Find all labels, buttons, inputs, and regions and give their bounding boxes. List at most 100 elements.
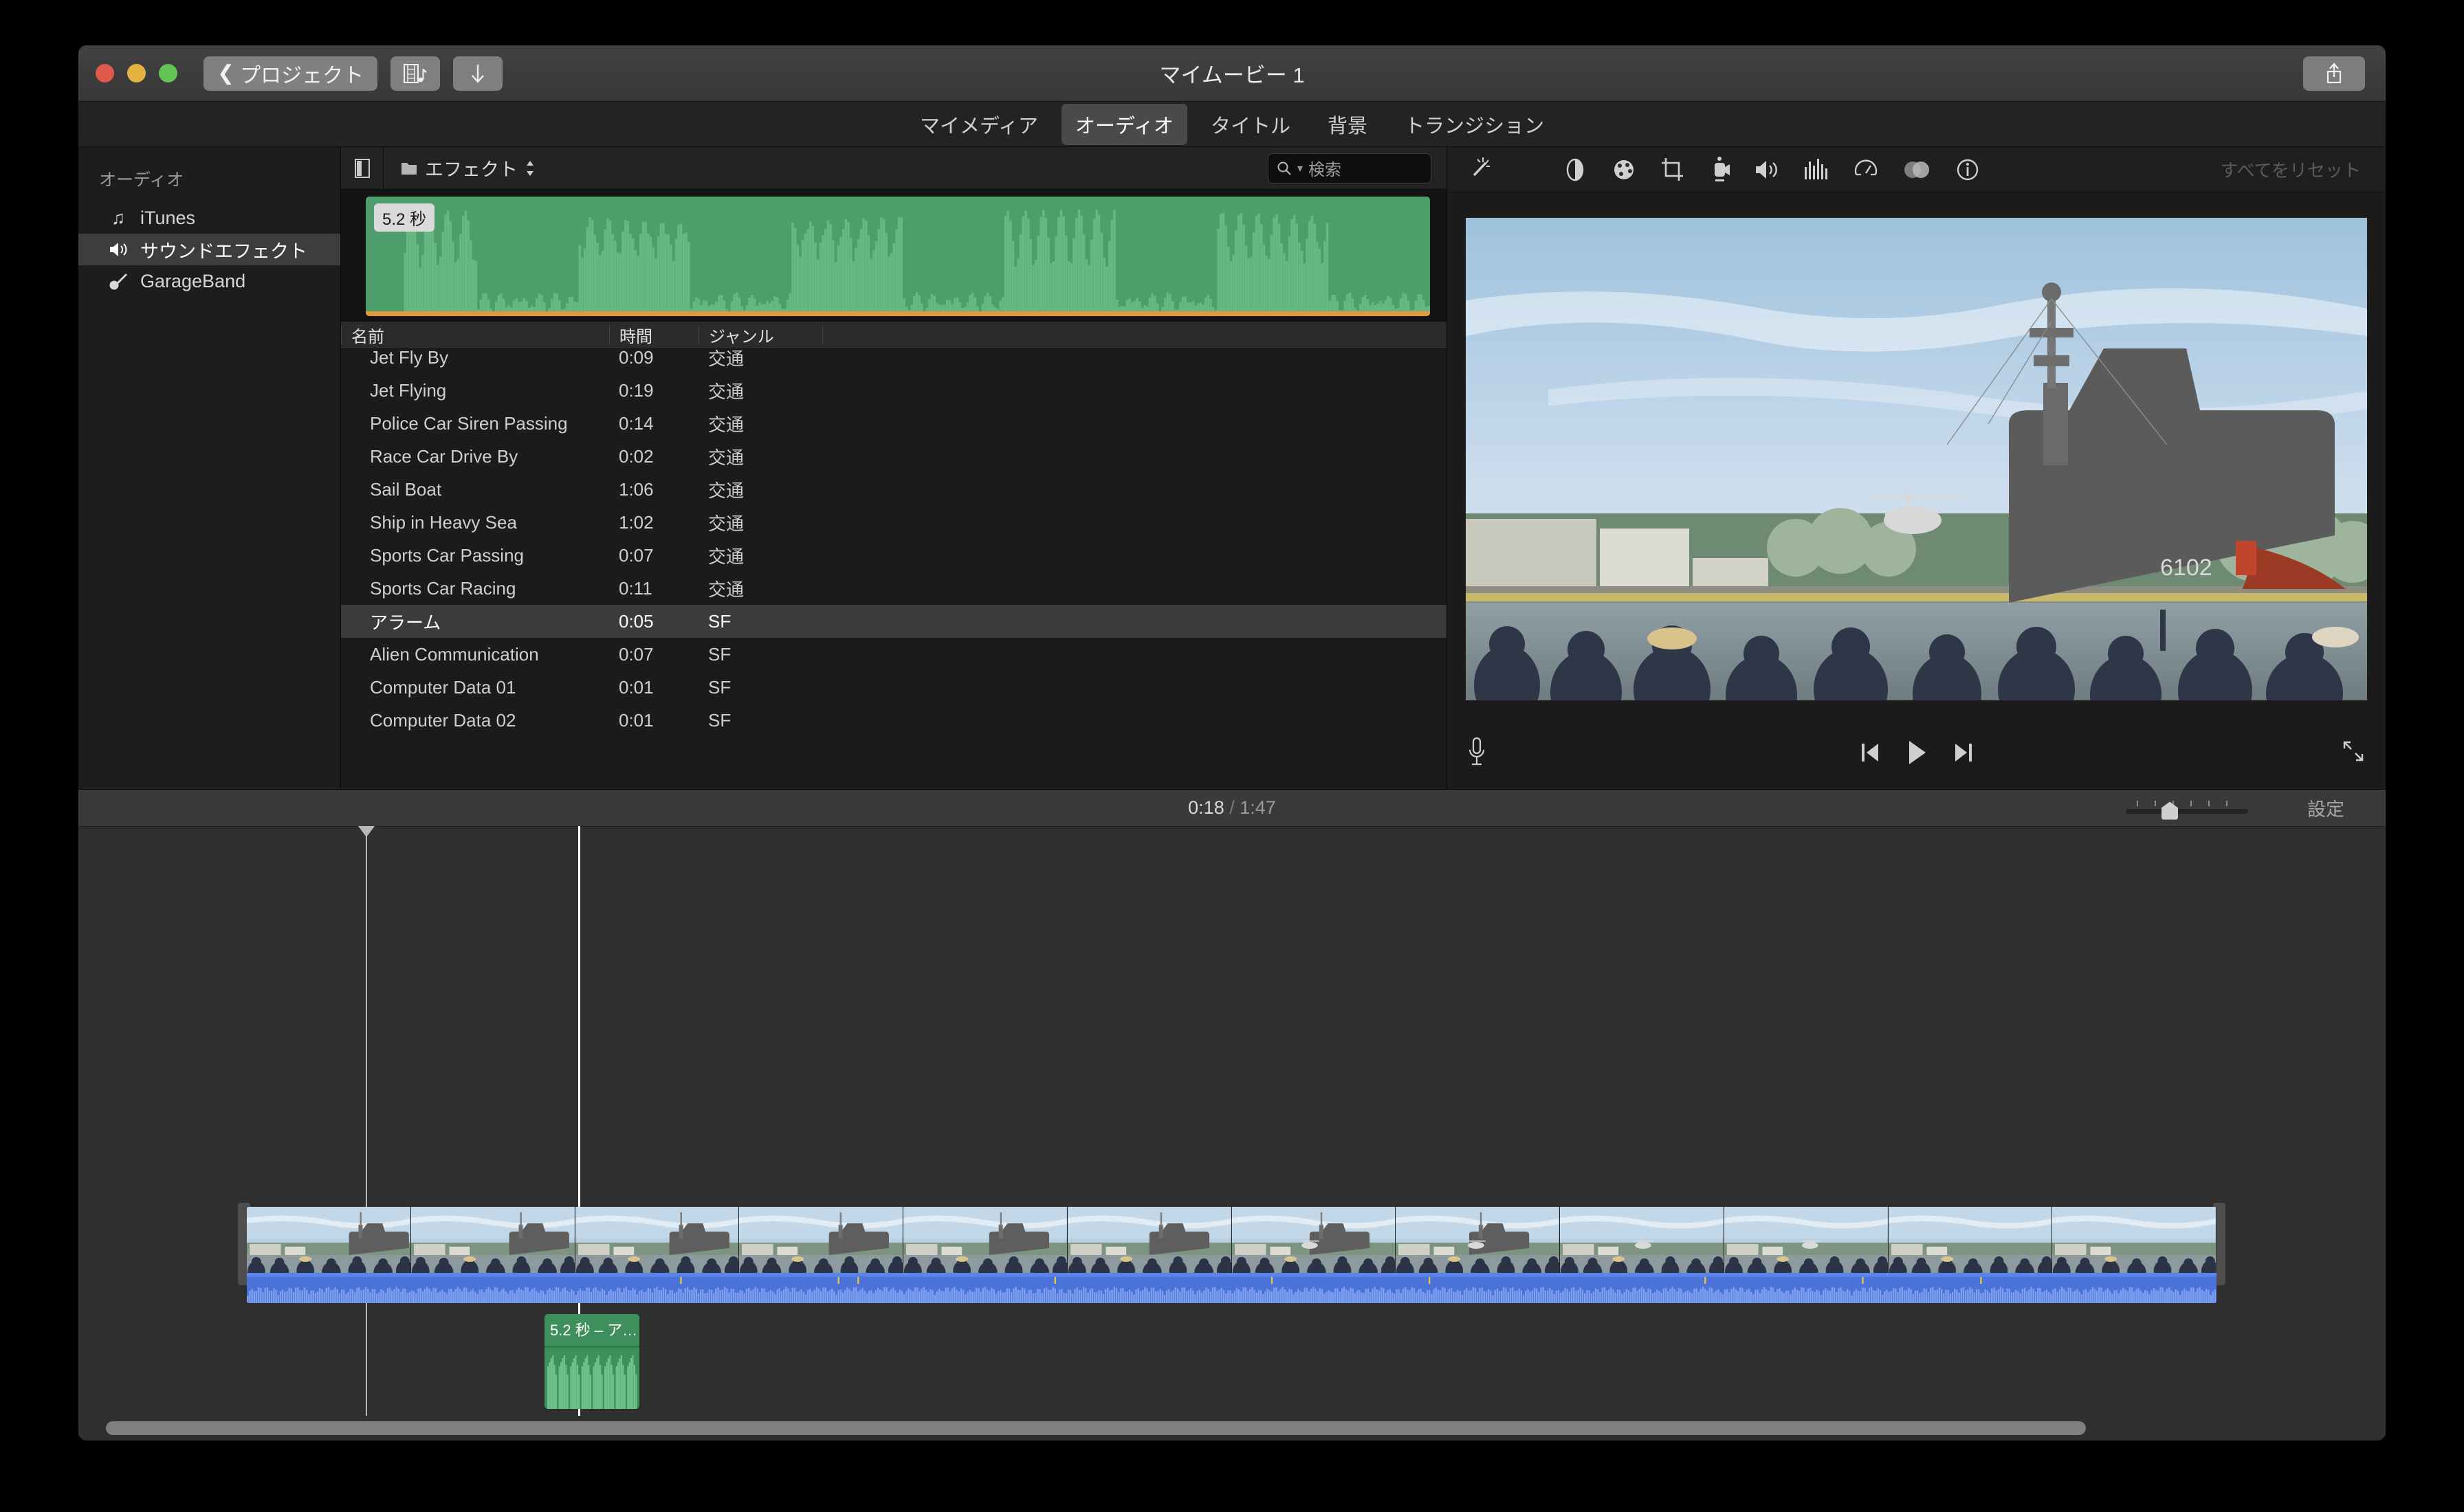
timeline-toolbar: 0:18 / 1:47 設定 [78,789,2386,826]
filmstrip-frame [247,1207,411,1273]
search-chevron-icon: ▾ [1297,162,1304,175]
color-balance-icon[interactable] [1563,157,1587,183]
audio-waveform-preview[interactable]: 5.2 秒 [366,197,1430,316]
row-time: 1:06 [619,478,654,500]
sidebar-item-itunes[interactable]: ♫ iTunes [78,202,340,234]
timeline-audio-clip[interactable]: 5.2 秒 – ア… [544,1314,639,1409]
total-time: 1:47 [1240,797,1276,818]
filmstrip-frame [1724,1207,1889,1273]
speed-icon[interactable] [1853,157,1879,183]
folder-selector[interactable]: エフェクト [400,155,536,181]
filmstrip-frame [1067,1207,1232,1273]
back-to-projects-button[interactable]: ❮ プロジェクト [204,56,378,91]
tab-titles[interactable]: タイトル [1197,104,1304,145]
timeline-zoom-slider[interactable] [2126,798,2248,820]
row-genre: SF [708,676,732,698]
row-name: アラーム [370,612,441,633]
info-icon[interactable] [1955,157,1981,183]
column-header-time[interactable]: 時間 [609,325,698,346]
timeline-settings-button[interactable]: 設定 [2307,794,2344,821]
volume-icon[interactable] [1754,158,1780,181]
tab-audio[interactable]: オーディオ [1061,103,1187,145]
clip-filter-icon[interactable] [1902,157,1931,183]
video-clip-filmstrip[interactable] [247,1207,2216,1273]
filmstrip-frame [410,1207,575,1273]
tab-transitions[interactable]: トランジション [1391,104,1558,145]
table-row[interactable]: Race Car Drive By 0:02 交通 [341,440,1446,473]
updown-chevron-icon [527,160,534,176]
inspector-tools [1563,156,1981,184]
filmstrip-frame [739,1207,903,1273]
chevron-left-icon: ❮ [217,62,235,85]
table-row[interactable]: Jet Flying 0:19 交通 [341,374,1446,407]
table-row[interactable]: Police Car Siren Passing 0:14 交通 [341,407,1446,440]
tab-my-media[interactable]: マイメディア [906,104,1052,145]
filmstrip-frame [1231,1207,1396,1273]
row-time: 0:09 [619,349,654,368]
skip-to-start-icon[interactable] [1859,741,1881,764]
column-header-name[interactable]: 名前 [341,325,609,346]
table-row[interactable]: Sail Boat 1:06 交通 [341,473,1446,506]
column-header-genre[interactable]: ジャンル [698,325,822,346]
table-row[interactable]: Computer Data 01 0:01 SF [341,671,1446,704]
browser-toolbar: エフェクト ▾ 検索 [341,146,1446,190]
share-button[interactable] [2303,56,2365,91]
table-row[interactable]: Alien Communication 0:07 SF [341,638,1446,671]
sidebar-toggle-icon [354,158,370,178]
sidebar-item-sound-effects[interactable]: サウンドエフェクト [78,234,340,265]
zoom-slider-thumb[interactable] [2162,801,2178,820]
table-row[interactable]: Computer Data 02 0:01 SF [341,704,1446,737]
window-controls [96,64,177,82]
row-name: Sports Car Racing [370,577,516,599]
skimmer-playhead[interactable] [358,826,375,1416]
crop-icon[interactable] [1660,157,1685,183]
color-correction-icon[interactable] [1611,157,1637,183]
search-icon [1277,162,1291,175]
skip-to-end-icon[interactable] [1952,741,1974,764]
row-time: 0:07 [619,544,654,566]
reset-all-button[interactable]: すべてをリセット [2220,157,2361,182]
row-name: Ship in Heavy Sea [370,511,517,533]
search-input[interactable]: ▾ 検索 [1268,153,1431,184]
timeline-horizontal-scrollbar[interactable] [106,1421,2086,1435]
current-time: 0:18 [1188,797,1224,818]
audio-clip-label: 5.2 秒 – ア… [550,1322,638,1339]
tab-backgrounds[interactable]: 背景 [1314,104,1381,145]
row-genre: 交通 [708,349,745,369]
table-row[interactable]: Sports Car Passing 0:07 交通 [341,539,1446,572]
toolbar-left: ❮ プロジェクト [204,56,503,91]
video-clip-audio-waveform[interactable] [247,1273,2216,1303]
filmstrip-frame [575,1207,740,1273]
sidebar-item-garageband[interactable]: GarageBand [78,265,340,297]
folder-icon [402,162,417,175]
auto-enhance-button[interactable] [1468,155,1494,184]
table-row[interactable]: アラーム 0:05 SF [341,605,1446,638]
audio-sidebar: オーディオ ♫ iTunes サウンドエフェクト GarageBand [78,147,341,789]
fullscreen-button[interactable] [2342,740,2365,766]
table-row[interactable]: Jet Fly By 0:09 交通 [341,349,1446,374]
zoom-button[interactable] [159,64,177,82]
table-row[interactable]: Ship in Heavy Sea 1:02 交通 [341,506,1446,539]
row-name: Jet Flying [370,379,447,401]
title-bar: ❮ プロジェクト マイムービー 1 [78,45,2386,102]
row-time: 0:05 [619,610,654,632]
play-icon[interactable] [1904,739,1929,766]
table-row[interactable]: Sports Car Racing 0:11 交通 [341,572,1446,605]
media-import-button[interactable] [390,56,441,91]
filmstrip-frame [1396,1207,1560,1273]
close-button[interactable] [96,64,114,82]
playback-buttons [1447,739,2386,766]
sidebar-toggle-button[interactable] [341,146,384,190]
sound-effect-list[interactable]: Jet Fly By 0:09 交通 Jet Flying 0:19 交通 Police C… [341,349,1446,789]
equalizer-icon[interactable] [1803,157,1829,182]
minimize-button[interactable] [127,64,146,82]
timeline[interactable]: 5.2 秒 – ア… ♫ [78,826,2386,1441]
row-name: Sail Boat [370,478,442,500]
video-preview[interactable]: 6102 [1466,218,2367,700]
row-time: 0:11 [619,577,652,599]
stabilization-icon[interactable] [1708,156,1730,184]
filmstrip-frame [903,1207,1068,1273]
import-media-button[interactable] [453,56,503,91]
zoom-slider-track [2126,808,2248,814]
waveform-duration-badge: 5.2 秒 [374,203,435,232]
